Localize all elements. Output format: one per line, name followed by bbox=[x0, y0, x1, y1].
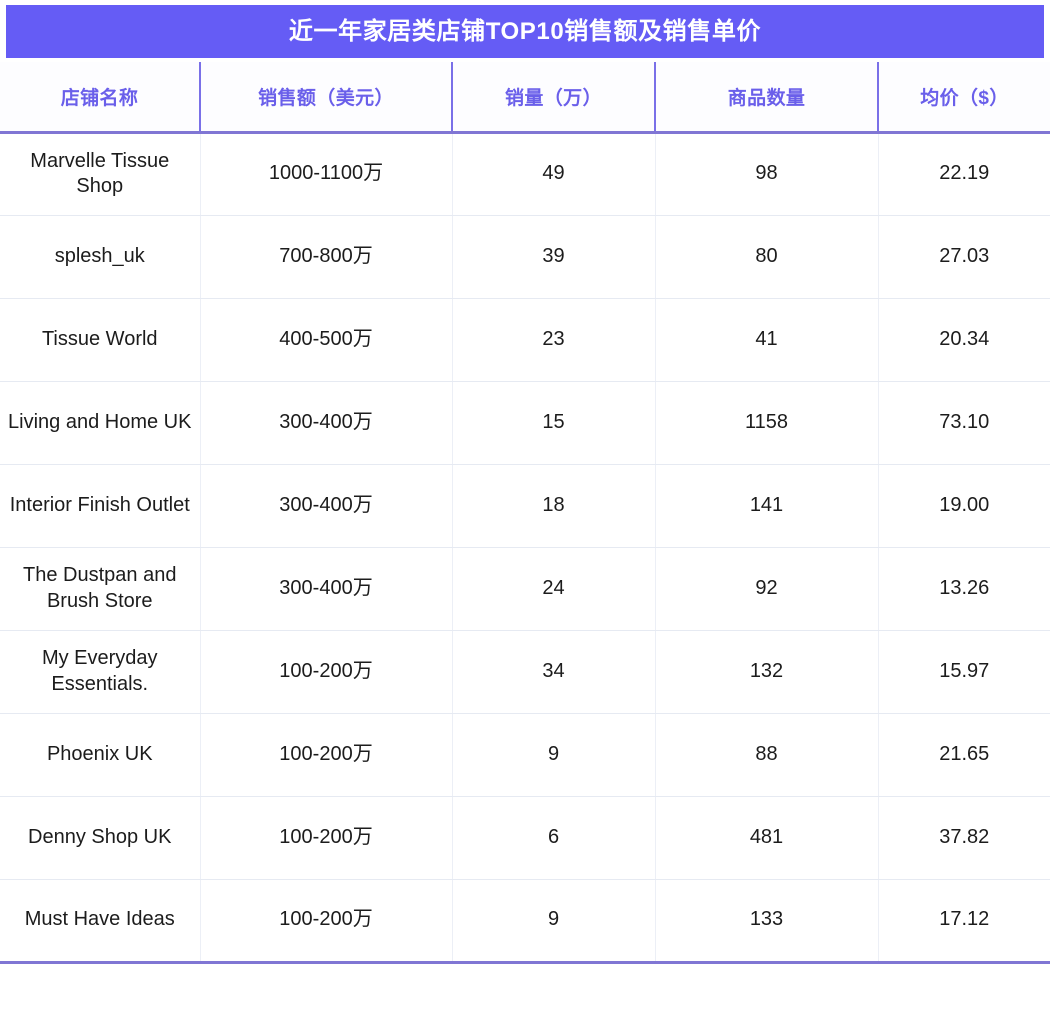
cell-avg-price: 19.00 bbox=[878, 464, 1050, 548]
cell-product-count: 41 bbox=[655, 298, 879, 382]
cell-avg-price: 17.12 bbox=[878, 879, 1050, 964]
cell-shop-name: Must Have Ideas bbox=[0, 879, 201, 964]
cell-product-count: 1158 bbox=[655, 381, 879, 465]
table-row: Denny Shop UK 100-200万 6 481 37.82 bbox=[0, 796, 1050, 880]
cell-product-count: 133 bbox=[655, 879, 879, 964]
cell-product-count: 88 bbox=[655, 713, 879, 797]
table-header: 店铺名称 销售额（美元） 销量（万） 商品数量 均价（$） bbox=[0, 62, 1050, 134]
cell-product-count: 98 bbox=[655, 132, 879, 216]
cell-avg-price: 21.65 bbox=[878, 713, 1050, 797]
cell-sales-volume: 6 bbox=[452, 796, 656, 880]
table-row: splesh_uk 700-800万 39 80 27.03 bbox=[0, 215, 1050, 299]
cell-shop-name: Phoenix UK bbox=[0, 713, 201, 797]
cell-avg-price: 15.97 bbox=[878, 630, 1050, 714]
cell-shop-name: Interior Finish Outlet bbox=[0, 464, 201, 548]
column-header-sales-amount: 销售额（美元） bbox=[200, 62, 453, 134]
cell-sales-volume: 49 bbox=[452, 132, 656, 216]
cell-sales-amount: 700-800万 bbox=[200, 215, 453, 299]
cell-shop-name: The Dustpan and Brush Store bbox=[0, 547, 201, 631]
table-body: Marvelle Tissue Shop 1000-1100万 49 98 22.19 s… bbox=[0, 132, 1050, 964]
table-page: 近一年家居类店铺TOP10销售额及销售单价 店铺名称 销售额（美元） 销量（万）… bbox=[0, 0, 1050, 1028]
cell-shop-name: Tissue World bbox=[0, 298, 201, 382]
cell-sales-amount: 100-200万 bbox=[200, 879, 453, 964]
column-header-avg-price: 均价（$） bbox=[878, 62, 1050, 134]
top10-sales-table: 店铺名称 销售额（美元） 销量（万） 商品数量 均价（$） Marvelle T… bbox=[0, 62, 1050, 964]
cell-avg-price: 27.03 bbox=[878, 215, 1050, 299]
cell-avg-price: 22.19 bbox=[878, 132, 1050, 216]
table-row: My Everyday Essentials. 100-200万 34 132 15.9… bbox=[0, 630, 1050, 714]
table-row: Tissue World 400-500万 23 41 20.34 bbox=[0, 298, 1050, 382]
column-header-sales-volume: 销量（万） bbox=[452, 62, 656, 134]
cell-product-count: 141 bbox=[655, 464, 879, 548]
cell-shop-name: splesh_uk bbox=[0, 215, 201, 299]
column-header-shop-name: 店铺名称 bbox=[0, 62, 201, 134]
table-row: Phoenix UK 100-200万 9 88 21.65 bbox=[0, 713, 1050, 797]
cell-avg-price: 37.82 bbox=[878, 796, 1050, 880]
cell-sales-volume: 9 bbox=[452, 713, 656, 797]
cell-shop-name: Marvelle Tissue Shop bbox=[0, 132, 201, 216]
table-row: Interior Finish Outlet 300-400万 18 141 19.00 bbox=[0, 464, 1050, 548]
cell-product-count: 481 bbox=[655, 796, 879, 880]
cell-shop-name: Denny Shop UK bbox=[0, 796, 201, 880]
cell-avg-price: 20.34 bbox=[878, 298, 1050, 382]
table-row: The Dustpan and Brush Store 300-400万 24 92 1… bbox=[0, 547, 1050, 631]
page-title: 近一年家居类店铺TOP10销售额及销售单价 bbox=[288, 17, 762, 45]
cell-sales-volume: 9 bbox=[452, 879, 656, 964]
cell-sales-amount: 100-200万 bbox=[200, 630, 453, 714]
cell-shop-name: My Everyday Essentials. bbox=[0, 630, 201, 714]
cell-product-count: 80 bbox=[655, 215, 879, 299]
cell-sales-volume: 18 bbox=[452, 464, 656, 548]
cell-sales-amount: 300-400万 bbox=[200, 381, 453, 465]
header-row: 店铺名称 销售额（美元） 销量（万） 商品数量 均价（$） bbox=[0, 62, 1050, 134]
column-header-product-count: 商品数量 bbox=[655, 62, 879, 134]
cell-sales-volume: 15 bbox=[452, 381, 656, 465]
table-row: Marvelle Tissue Shop 1000-1100万 49 98 22.19 bbox=[0, 132, 1050, 216]
cell-sales-amount: 300-400万 bbox=[200, 464, 453, 548]
cell-sales-amount: 100-200万 bbox=[200, 796, 453, 880]
cell-sales-amount: 100-200万 bbox=[200, 713, 453, 797]
cell-avg-price: 73.10 bbox=[878, 381, 1050, 465]
cell-product-count: 92 bbox=[655, 547, 879, 631]
cell-sales-amount: 1000-1100万 bbox=[200, 132, 453, 216]
cell-sales-volume: 23 bbox=[452, 298, 656, 382]
cell-shop-name: Living and Home UK bbox=[0, 381, 201, 465]
cell-product-count: 132 bbox=[655, 630, 879, 714]
table-row: Living and Home UK 300-400万 15 1158 73.10 bbox=[0, 381, 1050, 465]
cell-sales-volume: 24 bbox=[452, 547, 656, 631]
table-row: Must Have Ideas 100-200万 9 133 17.12 bbox=[0, 879, 1050, 964]
cell-sales-amount: 300-400万 bbox=[200, 547, 453, 631]
cell-avg-price: 13.26 bbox=[878, 547, 1050, 631]
cell-sales-amount: 400-500万 bbox=[200, 298, 453, 382]
title-banner: 近一年家居类店铺TOP10销售额及销售单价 bbox=[6, 5, 1044, 58]
cell-sales-volume: 39 bbox=[452, 215, 656, 299]
cell-sales-volume: 34 bbox=[452, 630, 656, 714]
